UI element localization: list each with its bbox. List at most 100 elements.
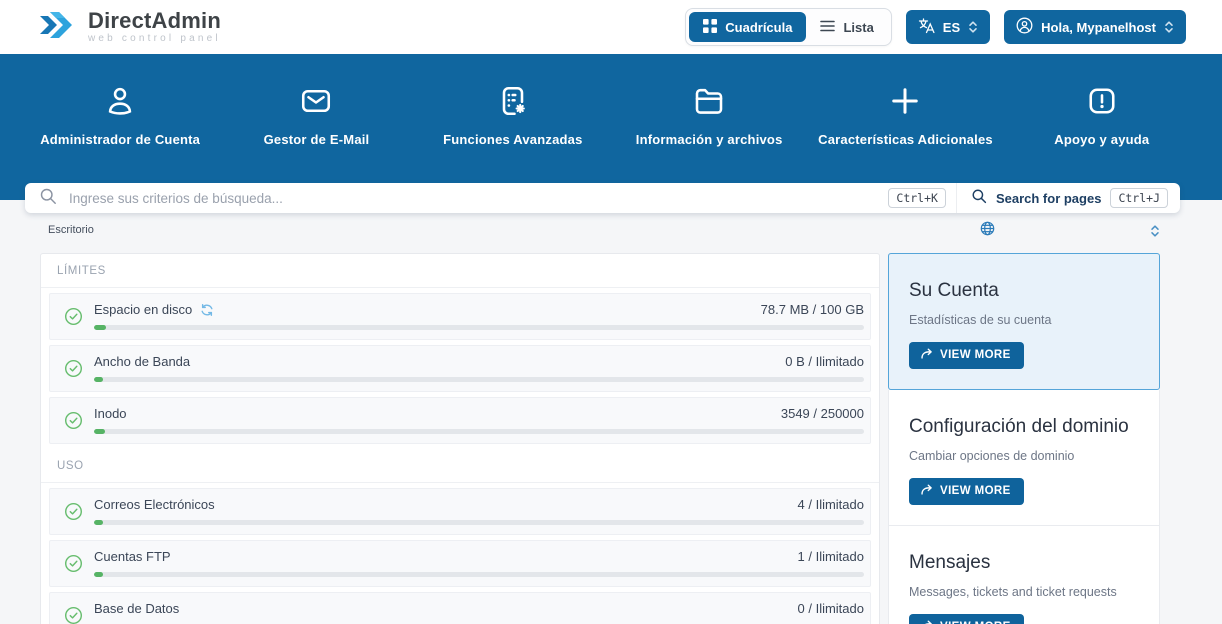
- progress-bar: [94, 429, 864, 434]
- nav-item-extra-features[interactable]: Características Adicionales: [807, 82, 1003, 147]
- nav-label: Información y archivos: [636, 132, 783, 147]
- view-more-label: VIEW MORE: [940, 349, 1011, 361]
- card-title: Configuración del dominio: [909, 412, 1139, 442]
- nav-label: Administrador de Cuenta: [40, 132, 200, 147]
- card-domain-setup: Configuración del dominio Cambiar opcion…: [888, 390, 1160, 526]
- alert-square-icon: [1084, 82, 1120, 120]
- nav-item-info-files[interactable]: Información y archivos: [611, 82, 807, 147]
- redirect-arrow-icon: [920, 483, 933, 499]
- grid-icon: [703, 19, 717, 36]
- progress-fill: [94, 572, 103, 577]
- progress-fill: [94, 429, 105, 434]
- check-circle-icon: [60, 359, 94, 378]
- main-nav-band: Administrador de Cuenta Gestor de E-Mail: [0, 54, 1222, 200]
- directadmin-dashboard: DirectAdmin web control panel Cuadrícula: [0, 0, 1222, 624]
- language-label: ES: [943, 20, 960, 35]
- brand-name: DirectAdmin: [88, 10, 221, 32]
- nav-label: Características Adicionales: [818, 132, 993, 147]
- view-more-button[interactable]: VIEW MORE: [909, 614, 1024, 624]
- search-icon: [971, 188, 987, 209]
- top-header: DirectAdmin web control panel Cuadrícula: [0, 0, 1222, 54]
- check-circle-icon: [60, 307, 94, 326]
- stat-row-emails: Correos Electrónicos 4 / Ilimitado: [49, 488, 871, 535]
- user-greeting-label: Hola, Mypanelhost: [1041, 20, 1156, 35]
- stat-label: Cuentas FTP: [94, 549, 171, 564]
- check-circle-icon: [60, 502, 94, 521]
- domain-selector[interactable]: [980, 221, 1160, 241]
- redirect-arrow-icon: [920, 619, 933, 624]
- search-icon: [39, 187, 57, 210]
- stat-value: 4 / Ilimitado: [798, 497, 864, 512]
- stat-row-bandwidth: Ancho de Banda 0 B / Ilimitado: [49, 345, 871, 392]
- search-main-section: Ctrl+K: [25, 183, 956, 213]
- search-pages-section[interactable]: Search for pages Ctrl+J: [956, 183, 1180, 213]
- progress-bar: [94, 325, 864, 330]
- progress-fill: [94, 325, 106, 330]
- progress-bar: [94, 377, 864, 382]
- stat-label: Ancho de Banda: [94, 354, 190, 369]
- nav-item-email-manager[interactable]: Gestor de E-Mail: [218, 82, 414, 147]
- logo-text: DirectAdmin web control panel: [88, 10, 221, 44]
- redirect-arrow-icon: [920, 347, 933, 363]
- content-area: Escritorio LÍMITES: [0, 200, 1222, 624]
- nav-label: Funciones Avanzadas: [443, 132, 582, 147]
- directadmin-logo-icon: [38, 6, 78, 49]
- nav-item-support-help[interactable]: Apoyo y ayuda: [1004, 82, 1200, 147]
- check-circle-icon: [60, 411, 94, 430]
- list-icon: [820, 20, 835, 35]
- progress-bar: [94, 520, 864, 525]
- mail-icon: [298, 82, 334, 120]
- folder-icon: [691, 82, 727, 120]
- card-subtitle: Cambiar opciones de dominio: [909, 449, 1139, 463]
- brand-tagline: web control panel: [88, 33, 221, 44]
- list-view-button[interactable]: Lista: [806, 12, 887, 42]
- progress-fill: [94, 377, 103, 382]
- nav-label: Gestor de E-Mail: [264, 132, 370, 147]
- stat-row-disk-space: Espacio en disco 78.7 MB / 100 GB: [49, 293, 871, 340]
- stat-label: Correos Electrónicos: [94, 497, 215, 512]
- stat-row-database: Base de Datos 0 / Ilimitado: [49, 592, 871, 624]
- search-input[interactable]: [69, 191, 876, 206]
- nav-item-account-manager[interactable]: Administrador de Cuenta: [22, 82, 218, 147]
- stat-label: Inodo: [94, 406, 127, 421]
- grid-view-button[interactable]: Cuadrícula: [689, 12, 806, 42]
- stat-row-ftp: Cuentas FTP 1 / Ilimitado: [49, 540, 871, 587]
- nav-item-advanced-features[interactable]: Funciones Avanzadas: [415, 82, 611, 147]
- stat-row-inode: Inodo 3549 / 250000: [49, 397, 871, 444]
- stat-label: Espacio en disco: [94, 302, 192, 317]
- card-subtitle: Estadísticas de su cuenta: [909, 313, 1139, 327]
- translate-icon: [918, 18, 935, 37]
- check-circle-icon: [60, 606, 94, 624]
- refresh-icon[interactable]: [200, 303, 214, 317]
- view-more-button[interactable]: VIEW MORE: [909, 478, 1024, 505]
- account-stats-panel: LÍMITES Espacio en disco: [40, 253, 880, 624]
- quick-links-sidebar: Su Cuenta Estadísticas de su cuenta VIEW…: [888, 253, 1160, 624]
- stat-value: 0 / Ilimitado: [798, 601, 864, 616]
- stat-value: 0 B / Ilimitado: [785, 354, 864, 369]
- chevron-sort-icon: [968, 20, 978, 34]
- view-more-label: VIEW MORE: [940, 485, 1011, 497]
- chevron-sort-icon: [1150, 224, 1160, 238]
- stat-value: 1 / Ilimitado: [798, 549, 864, 564]
- stat-label: Base de Datos: [94, 601, 179, 616]
- user-menu-button[interactable]: Hola, Mypanelhost: [1004, 10, 1186, 44]
- document-gear-icon: [495, 82, 531, 120]
- check-circle-icon: [60, 554, 94, 573]
- directadmin-logo[interactable]: DirectAdmin web control panel: [38, 6, 221, 49]
- main-nav: Administrador de Cuenta Gestor de E-Mail: [0, 54, 1222, 147]
- chevron-sort-icon: [1164, 20, 1174, 34]
- card-your-account: Su Cuenta Estadísticas de su cuenta VIEW…: [888, 253, 1160, 390]
- header-actions: Cuadrícula Lista: [685, 8, 1186, 46]
- view-toggle-group: Cuadrícula Lista: [685, 8, 892, 46]
- grid-view-label: Cuadrícula: [725, 20, 792, 35]
- card-subtitle: Messages, tickets and ticket requests: [909, 585, 1139, 599]
- progress-fill: [94, 520, 103, 525]
- search-shortcut-badge: Ctrl+K: [888, 188, 946, 208]
- language-selector-button[interactable]: ES: [906, 10, 990, 44]
- section-title-usage: USO: [41, 449, 879, 483]
- card-title: Mensajes: [909, 548, 1139, 578]
- breadcrumb[interactable]: Escritorio: [48, 224, 94, 236]
- account-icon: [102, 82, 138, 120]
- view-more-button[interactable]: VIEW MORE: [909, 342, 1024, 369]
- stat-value: 78.7 MB / 100 GB: [761, 302, 864, 317]
